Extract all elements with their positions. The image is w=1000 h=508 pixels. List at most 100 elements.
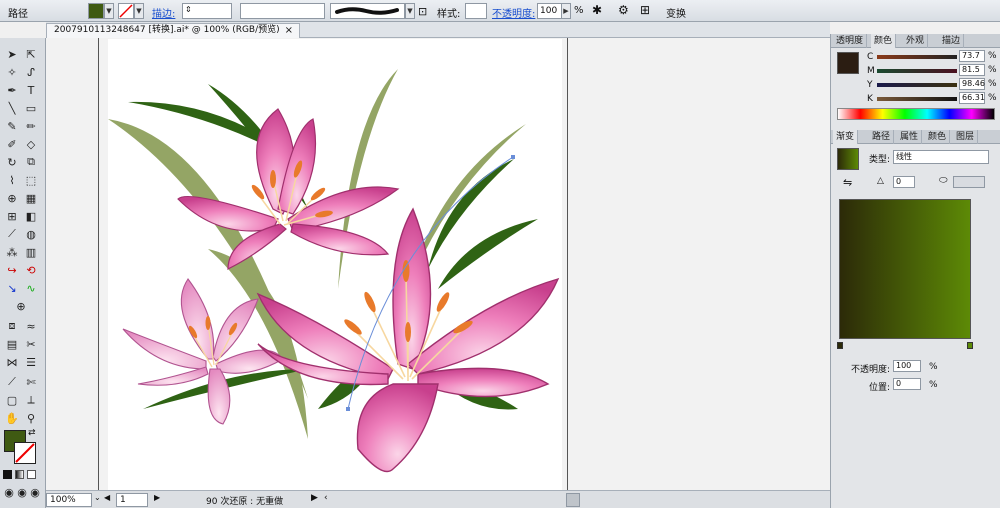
- tab-color[interactable]: 颜色: [871, 34, 897, 48]
- color-spectrum-bar[interactable]: [837, 108, 995, 120]
- lasso-tool-icon[interactable]: ᔑ: [22, 64, 40, 80]
- isolate-icon[interactable]: ⊞: [640, 3, 650, 17]
- selection-tool-icon[interactable]: ➤: [3, 46, 21, 62]
- gradient-tool-icon[interactable]: ◧: [22, 208, 40, 224]
- column-graph-tool-icon[interactable]: ▥: [22, 244, 40, 260]
- lily-illustration[interactable]: [108, 39, 562, 491]
- stroke-dropdown-arrow[interactable]: ▼: [134, 3, 144, 19]
- scissors-tool-icon[interactable]: ✄: [22, 374, 40, 390]
- symbol-sprayer-tool-icon[interactable]: ⁂: [3, 244, 21, 260]
- stroke-none-swatch[interactable]: [118, 3, 134, 19]
- variable-width-profile[interactable]: [240, 3, 325, 19]
- direct-selection-tool-icon[interactable]: ⇱: [22, 46, 40, 62]
- stroke-weight-field[interactable]: ⇕: [182, 3, 232, 19]
- shape-builder-tool-icon[interactable]: ⊕: [3, 190, 21, 206]
- angle-field[interactable]: 0: [893, 176, 915, 188]
- status-menu-icon[interactable]: ▶: [311, 493, 318, 503]
- fill-dropdown-arrow[interactable]: ▼: [104, 3, 114, 19]
- width-tool-icon[interactable]: ↘: [3, 280, 21, 296]
- channel-c-field[interactable]: 73.7: [959, 50, 985, 62]
- mesh-tool-icon[interactable]: ⊞: [3, 208, 21, 224]
- gradient-opacity-field[interactable]: 100: [893, 360, 921, 372]
- blob-brush-tool-icon[interactable]: ✐: [3, 136, 21, 152]
- zoom-tool-icon[interactable]: ⚲: [22, 410, 40, 426]
- reverse-gradient-icon[interactable]: ⇋: [843, 176, 852, 189]
- gradient-location-field[interactable]: 0: [893, 378, 921, 390]
- envelope-tool-icon[interactable]: ⧈: [3, 318, 21, 334]
- gradient-stop-start[interactable]: [837, 342, 843, 349]
- channel-k-field[interactable]: 66.31: [959, 92, 985, 104]
- close-icon[interactable]: ×: [285, 24, 293, 37]
- scale-tool-icon[interactable]: ⧉: [22, 154, 40, 170]
- artboard[interactable]: [108, 39, 562, 491]
- draw-inside-icon[interactable]: ◉: [26, 484, 44, 500]
- channel-m-field[interactable]: 81.5: [959, 64, 985, 76]
- arc-tool-icon[interactable]: ⟲: [22, 262, 40, 278]
- list-tool-icon[interactable]: ☰: [22, 354, 40, 370]
- horizontal-scrollbar-thumb[interactable]: [566, 493, 580, 507]
- rectangle-tool-icon[interactable]: ▭: [22, 100, 40, 116]
- tab-color-2[interactable]: 颜色: [925, 130, 951, 144]
- recolor-icon[interactable]: ✱: [592, 3, 602, 17]
- tab-gradient[interactable]: 渐变: [833, 130, 859, 144]
- artboard-field[interactable]: 1: [116, 493, 148, 507]
- measure-tool-icon[interactable]: ⟂: [22, 392, 40, 408]
- none-mode-icon[interactable]: [27, 470, 36, 479]
- hand-tool-icon[interactable]: ✋: [3, 410, 21, 426]
- magic-wand-tool-icon[interactable]: ✧: [3, 64, 21, 80]
- smooth-tool-icon[interactable]: ∿: [22, 280, 40, 296]
- eraser-tool-icon[interactable]: ◇: [22, 136, 40, 152]
- tab-appearance[interactable]: 外观: [903, 34, 929, 48]
- opacity-link[interactable]: 不透明度:: [492, 5, 535, 20]
- opacity-dropdown-arrow[interactable]: ▶: [561, 3, 571, 19]
- gradient-slider-preview[interactable]: [839, 199, 971, 339]
- zoom-field[interactable]: 100%: [46, 493, 92, 507]
- gradient-mode-icon[interactable]: [15, 470, 24, 479]
- align-icon[interactable]: ⊡: [418, 5, 427, 18]
- tab-attributes[interactable]: 属性: [897, 130, 923, 144]
- curvature-tool-icon[interactable]: ↪: [3, 262, 21, 278]
- canvas-area[interactable]: [46, 38, 830, 491]
- tab-layers[interactable]: 图层: [953, 130, 979, 144]
- pen-tool-icon[interactable]: ✒: [3, 82, 21, 98]
- graphic-style-swatch[interactable]: [465, 3, 487, 19]
- aspect-ratio-field[interactable]: [953, 176, 985, 188]
- gear-icon[interactable]: ⚙: [618, 3, 629, 17]
- graph-tool-icon[interactable]: ⋈: [3, 354, 21, 370]
- channel-m-slider[interactable]: [877, 69, 957, 73]
- paintbrush-tool-icon[interactable]: ✎: [3, 118, 21, 134]
- brush-dropdown-arrow[interactable]: ▼: [405, 3, 415, 19]
- eyedropper-tool-icon[interactable]: ⟋: [3, 226, 21, 242]
- transform-link[interactable]: 变换: [666, 5, 686, 20]
- gradient-type-select[interactable]: 线性: [893, 150, 989, 164]
- channel-c-slider[interactable]: [877, 55, 957, 59]
- aspect-ratio-icon[interactable]: ⬭: [939, 175, 948, 186]
- artboard-next-icon[interactable]: ▶: [154, 493, 160, 502]
- channel-k-slider[interactable]: [877, 97, 957, 101]
- warp-tool-icon[interactable]: ⌇: [3, 172, 21, 188]
- knife-tool-icon[interactable]: ⟋: [3, 374, 21, 390]
- fill-color-swatch[interactable]: [88, 3, 104, 19]
- scroll-left-icon[interactable]: ‹: [324, 493, 328, 503]
- color-swatch[interactable]: [837, 52, 859, 74]
- artboard-frame-icon[interactable]: ▢: [3, 392, 21, 408]
- tab-pathfinder[interactable]: 路径: [869, 130, 895, 144]
- channel-y-field[interactable]: 98.46: [959, 78, 985, 90]
- swap-colors-icon[interactable]: ⇄: [28, 428, 36, 438]
- artboard-tool-icon[interactable]: ▤: [3, 336, 21, 352]
- channel-y-slider[interactable]: [877, 83, 957, 87]
- stroke-link[interactable]: 描边:: [152, 5, 175, 20]
- gradient-preview-swatch[interactable]: [837, 148, 859, 170]
- tab-transparency[interactable]: 透明度: [833, 34, 868, 48]
- slice-tool-icon[interactable]: ✂: [22, 336, 40, 352]
- crosshair-tool-icon[interactable]: ⊕: [12, 298, 30, 314]
- artboard-prev-icon[interactable]: ◀: [104, 493, 110, 502]
- free-transform-tool-icon[interactable]: ⬚: [22, 172, 40, 188]
- tab-stroke[interactable]: 描边: [939, 34, 965, 48]
- warp-mesh-tool-icon[interactable]: ≈: [22, 318, 40, 334]
- line-tool-icon[interactable]: ╲: [3, 100, 21, 116]
- gradient-stop-end[interactable]: [967, 342, 973, 349]
- document-tab[interactable]: 2007910113248647 [转换].ai* @ 100% (RGB/预览…: [46, 23, 300, 38]
- chevron-down-icon[interactable]: ⌄: [94, 493, 101, 502]
- color-mode-icon[interactable]: [3, 470, 12, 479]
